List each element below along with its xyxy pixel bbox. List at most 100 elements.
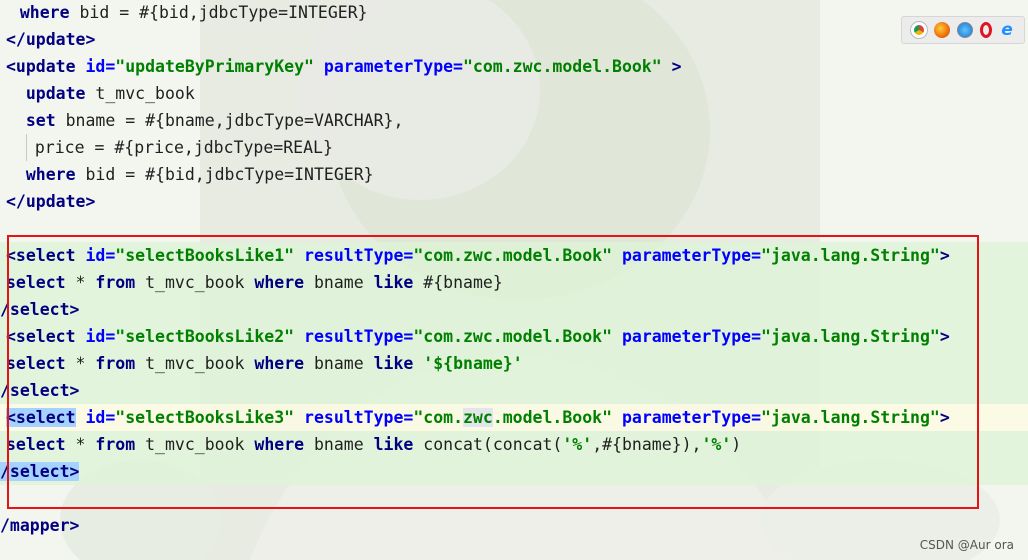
indent-guide bbox=[25, 134, 27, 161]
code-line[interactable]: /select> bbox=[0, 377, 1028, 404]
code-token: id= bbox=[85, 57, 116, 76]
code-token: "updateByPrimaryKey" bbox=[115, 57, 314, 76]
code-token: like bbox=[373, 273, 414, 292]
code-token: bname bbox=[304, 435, 374, 454]
code-token: id= bbox=[85, 408, 116, 427]
code-token: * bbox=[65, 354, 96, 373]
code-line[interactable]: /select> bbox=[0, 458, 1028, 485]
code-line[interactable]: where bid = #{bid,jdbcType=INTEGER} bbox=[0, 161, 1028, 188]
code-line[interactable] bbox=[0, 215, 1028, 242]
code-token: id= bbox=[85, 246, 116, 265]
code-token: where bbox=[254, 435, 305, 454]
code-token: t_mvc_book bbox=[85, 84, 195, 103]
code-token: from bbox=[95, 354, 136, 373]
code-token: /select> bbox=[0, 381, 80, 400]
code-token: "com.zwc.model.Book" bbox=[413, 327, 613, 346]
code-line[interactable]: where bid = #{bid,jdbcType=INTEGER} bbox=[0, 0, 1028, 26]
code-token: </update> bbox=[6, 30, 96, 49]
code-token: <select bbox=[6, 408, 76, 427]
code-token: "com.zwc.model.Book" bbox=[463, 57, 662, 76]
code-token: parameterType= bbox=[313, 57, 463, 76]
code-line[interactable]: /mapper> bbox=[0, 512, 1028, 539]
code-token: select bbox=[6, 354, 66, 373]
code-line[interactable]: <select id="selectBooksLike2" resultType… bbox=[0, 323, 1028, 350]
code-token: set bbox=[25, 111, 56, 130]
code-line[interactable]: </update> bbox=[0, 188, 1028, 215]
code-token: /select> bbox=[0, 462, 80, 481]
code-token: ) bbox=[731, 435, 742, 454]
code-token: /select> bbox=[0, 300, 80, 319]
code-token: t_mvc_book bbox=[135, 354, 255, 373]
code-token: like bbox=[373, 435, 414, 454]
code-token: like bbox=[373, 354, 414, 373]
code-token: parameterType= bbox=[612, 327, 762, 346]
code-token: parameterType= bbox=[612, 246, 762, 265]
code-token: zwc bbox=[463, 408, 493, 427]
code-line[interactable]: <select id="selectBooksLike3" resultType… bbox=[0, 404, 1028, 431]
code-line[interactable]: </update> bbox=[0, 26, 1028, 53]
code-token: bname bbox=[304, 273, 374, 292]
code-line[interactable]: select * from t_mvc_book where bname lik… bbox=[0, 269, 1028, 296]
code-token: where bbox=[19, 3, 70, 22]
code-line[interactable]: update t_mvc_book bbox=[0, 80, 1028, 107]
code-token: /mapper> bbox=[0, 516, 80, 535]
code-token: bid = #{bid,jdbcType=INTEGER} bbox=[75, 165, 374, 184]
code-token: > bbox=[939, 246, 950, 265]
code-token: where bbox=[254, 273, 305, 292]
code-line[interactable]: <update id="updateByPrimaryKey" paramete… bbox=[0, 53, 1028, 80]
code-line[interactable]: set bname = #{bname,jdbcType=VARCHAR}, bbox=[0, 107, 1028, 134]
code-token: resultType= bbox=[294, 408, 414, 427]
code-token: '%' bbox=[701, 435, 732, 454]
code-token: * bbox=[65, 273, 96, 292]
code-token: "selectBooksLike3" bbox=[115, 408, 295, 427]
code-token: bname = #{bname,jdbcType=VARCHAR}, bbox=[55, 111, 404, 130]
code-token: from bbox=[95, 273, 136, 292]
code-token: id= bbox=[85, 327, 116, 346]
code-token: "com. bbox=[413, 408, 463, 427]
watermark-text: CSDN @Aur ora bbox=[919, 538, 1014, 552]
code-token: #{bname} bbox=[413, 273, 503, 292]
code-token: "selectBooksLike2" bbox=[115, 327, 295, 346]
code-token: ,#{bname}), bbox=[592, 435, 702, 454]
code-line[interactable] bbox=[0, 485, 1028, 512]
code-token: from bbox=[95, 435, 136, 454]
code-token: > bbox=[939, 327, 950, 346]
code-token: "com.zwc.model.Book" bbox=[413, 246, 613, 265]
code-token: * bbox=[65, 435, 96, 454]
code-token: > bbox=[661, 57, 682, 76]
code-token: bname bbox=[304, 354, 374, 373]
code-token: resultType= bbox=[294, 327, 414, 346]
code-token: > bbox=[939, 408, 950, 427]
code-line[interactable]: select * from t_mvc_book where bname lik… bbox=[0, 350, 1028, 377]
code-token: t_mvc_book bbox=[135, 435, 255, 454]
code-line[interactable]: select * from t_mvc_book where bname lik… bbox=[0, 431, 1028, 458]
code-line[interactable]: /select> bbox=[0, 296, 1028, 323]
code-token: <select bbox=[6, 327, 86, 346]
code-token: <update bbox=[6, 57, 86, 76]
code-token: '%' bbox=[562, 435, 593, 454]
code-token: t_mvc_book bbox=[135, 273, 255, 292]
code-token: '${bname}' bbox=[423, 354, 523, 373]
code-token: </update> bbox=[6, 192, 96, 211]
code-token: select bbox=[6, 273, 66, 292]
code-line[interactable]: <select id="selectBooksLike1" resultType… bbox=[0, 242, 1028, 269]
code-line[interactable]: price = #{price,jdbcType=REAL} bbox=[0, 134, 1028, 161]
code-token: where bbox=[25, 165, 76, 184]
code-token: price = #{price,jdbcType=REAL} bbox=[34, 138, 333, 157]
code-token: select bbox=[6, 435, 66, 454]
code-token: bid = #{bid,jdbcType=INTEGER} bbox=[69, 3, 368, 22]
code-token: where bbox=[254, 354, 305, 373]
code-token: "java.lang.String" bbox=[761, 327, 940, 346]
code-token: concat(concat( bbox=[413, 435, 563, 454]
code-token: "java.lang.String" bbox=[761, 408, 940, 427]
code-editor[interactable]: where bid = #{bid,jdbcType=INTEGER} </upd… bbox=[0, 0, 1028, 560]
code-token: update bbox=[25, 84, 86, 103]
code-token: .model.Book" bbox=[492, 408, 613, 427]
